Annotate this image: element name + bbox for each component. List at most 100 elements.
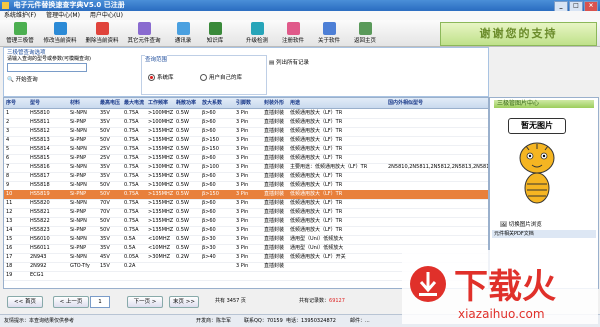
header-col-gain[interactable]: 放大系数 [202,98,234,108]
manage-transistor-button[interactable]: 管理三极管 [2,21,38,45]
header-col-voltage[interactable]: 最高电压 [100,98,124,108]
cell-col-gain: β>60 [202,200,216,206]
cell-col-pins: 3 Pin [236,110,249,116]
cell-col-gain: β>60 [202,182,216,188]
book-icon [208,22,222,35]
header-col-index[interactable]: 序号 [6,98,28,108]
slogan-banner: 谢谢您的支持 [440,22,597,46]
cell-col-index: 12 [6,209,13,215]
cell-col-frequency: >100MHZ [148,119,174,125]
cell-col-power: 0.5W [176,227,189,233]
cell-col-gain: β>100 [202,164,219,170]
page-number-input[interactable]: 1 [90,296,110,308]
menu-system[interactable]: 系统维护(F) [4,12,36,19]
cell-col-gain: β>60 [202,227,216,233]
cell-col-voltage: 35V [100,245,110,251]
header-col-current[interactable]: 最大电流 [124,98,148,108]
cell-col-power: 0.2W [176,254,189,260]
next-page-button[interactable]: 下一页 > [127,296,163,308]
update-icon [250,22,264,35]
header-col-model[interactable]: 型号 [30,98,68,108]
cell-col-model: HS5816 [30,164,50,170]
cell-col-package: 直插封装 [264,137,285,143]
other-components-button[interactable]: 其它元件查询 [124,21,164,45]
xiazaihuo-watermark-logo: 下载火 xiazaihuo.com [402,250,598,324]
search-icon: 🔍 [7,77,14,83]
cell-col-pins: 3 Pin [236,146,249,152]
cell-col-model: HS5813 [30,137,50,143]
cell-col-current: 0.75A [124,209,139,215]
info-icon [322,22,336,35]
cell-col-index: 9 [6,182,10,188]
radio-system-db[interactable]: 系统库 [148,73,174,81]
cell-col-gain: β>30 [202,236,216,242]
pdf-doc-bar[interactable]: 元件相关PDF文档 [492,230,596,238]
cell-col-power: 0.5W [176,200,189,206]
header-col-pins[interactable]: 引脚数 [236,98,262,108]
cell-col-current: 0.75A [124,119,139,125]
header-col-equivalents[interactable]: 国内外相似型号 [388,98,488,108]
cell-col-material: Si-PNP [70,137,87,143]
cell-col-package: 直插封装 [264,164,285,170]
search-input[interactable] [7,63,87,72]
search-button[interactable]: 🔍 开始查询 [7,75,91,83]
cell-col-usage: 通用型（Uni）低频放大 [290,236,344,242]
cell-col-model: HS5811 [30,119,50,125]
register-button[interactable]: 注册软件 [276,21,310,45]
cell-col-power: 0.5W [176,209,189,215]
cell-col-usage: 低频通用放大（LF）开关 [290,254,346,260]
home-button[interactable]: 返回主页 [348,21,382,45]
cell-col-index: 4 [6,137,10,143]
header-col-power[interactable]: 耗散功率 [176,98,200,108]
radio-user-db[interactable]: 用户自己的库 [200,73,242,81]
no-image-label: 暂无图片 [508,118,566,134]
cell-col-pins: 3 Pin [236,182,249,188]
status-qq: 联系QQ：70159 [244,318,283,324]
switch-image-button[interactable]: 🖼 切换图片浏览 [500,220,542,228]
window-title: 电子元件替换速查字典V5.0 已注册 [13,1,125,9]
first-page-button[interactable]: << 首页 [7,296,43,308]
cell-col-current: 0.75A [124,110,139,116]
cell-col-index: 10 [6,191,13,197]
cell-col-model: HS6010 [30,236,50,242]
cell-col-index: 13 [6,218,13,224]
update-check-button[interactable]: 升级检测 [240,21,274,45]
cell-col-gain: β>60 [202,209,216,215]
cell-col-current: 0.5A [124,236,136,242]
contacts-button[interactable]: 通讯录 [168,21,198,45]
cell-col-current: 0.75A [124,128,139,134]
header-col-package[interactable]: 封装外形 [264,98,288,108]
cell-col-pins: 3 Pin [236,164,249,170]
menu-user[interactable]: 用户中心(U) [90,12,123,19]
header-col-frequency[interactable]: 工作频率 [148,98,174,108]
cell-col-voltage: 70V [100,209,110,215]
cell-col-gain: β>60 [202,173,216,179]
cell-col-usage: 通用型（Uni）低频放大 [290,245,344,251]
cell-col-current: 0.05A [124,254,139,260]
about-button[interactable]: 关于软件 [312,21,346,45]
cell-col-power: 0.5W [176,110,189,116]
header-col-usage[interactable]: 用途 [290,98,386,108]
menu-management[interactable]: 管理中心(M) [46,12,80,19]
knowledge-base-button[interactable]: 知识库 [200,21,230,45]
cell-col-gain: β>60 [202,218,216,224]
header-col-material[interactable]: 材料 [70,98,98,108]
cell-col-usage: 低频通用放大（LF）TR [290,182,343,188]
cell-col-pins: 3 Pin [236,227,249,233]
list-all-button[interactable]: ▤ 列出所有记录 [269,58,309,66]
last-page-button[interactable]: 末页 >> [169,296,199,308]
cell-col-usage: 低频通用放大（LF）TR [290,137,343,143]
cell-col-current: 0.75A [124,155,139,161]
cell-col-index: 8 [6,173,10,179]
prev-page-button[interactable]: < 上一页 [53,296,89,308]
cell-col-current: 0.75A [124,227,139,233]
cell-col-voltage: 35V [100,164,110,170]
cell-col-power: 0.5W [176,146,189,152]
cell-col-voltage: 50V [100,218,110,224]
delete-icon [95,22,109,35]
cell-col-voltage: 35V [100,119,110,125]
cell-col-power: 0.5W [176,191,189,197]
edit-record-button[interactable]: 修改当前资料 [40,21,80,45]
delete-record-button[interactable]: 删除当前资料 [82,21,122,45]
cell-col-pins: 3 Pin [236,155,249,161]
